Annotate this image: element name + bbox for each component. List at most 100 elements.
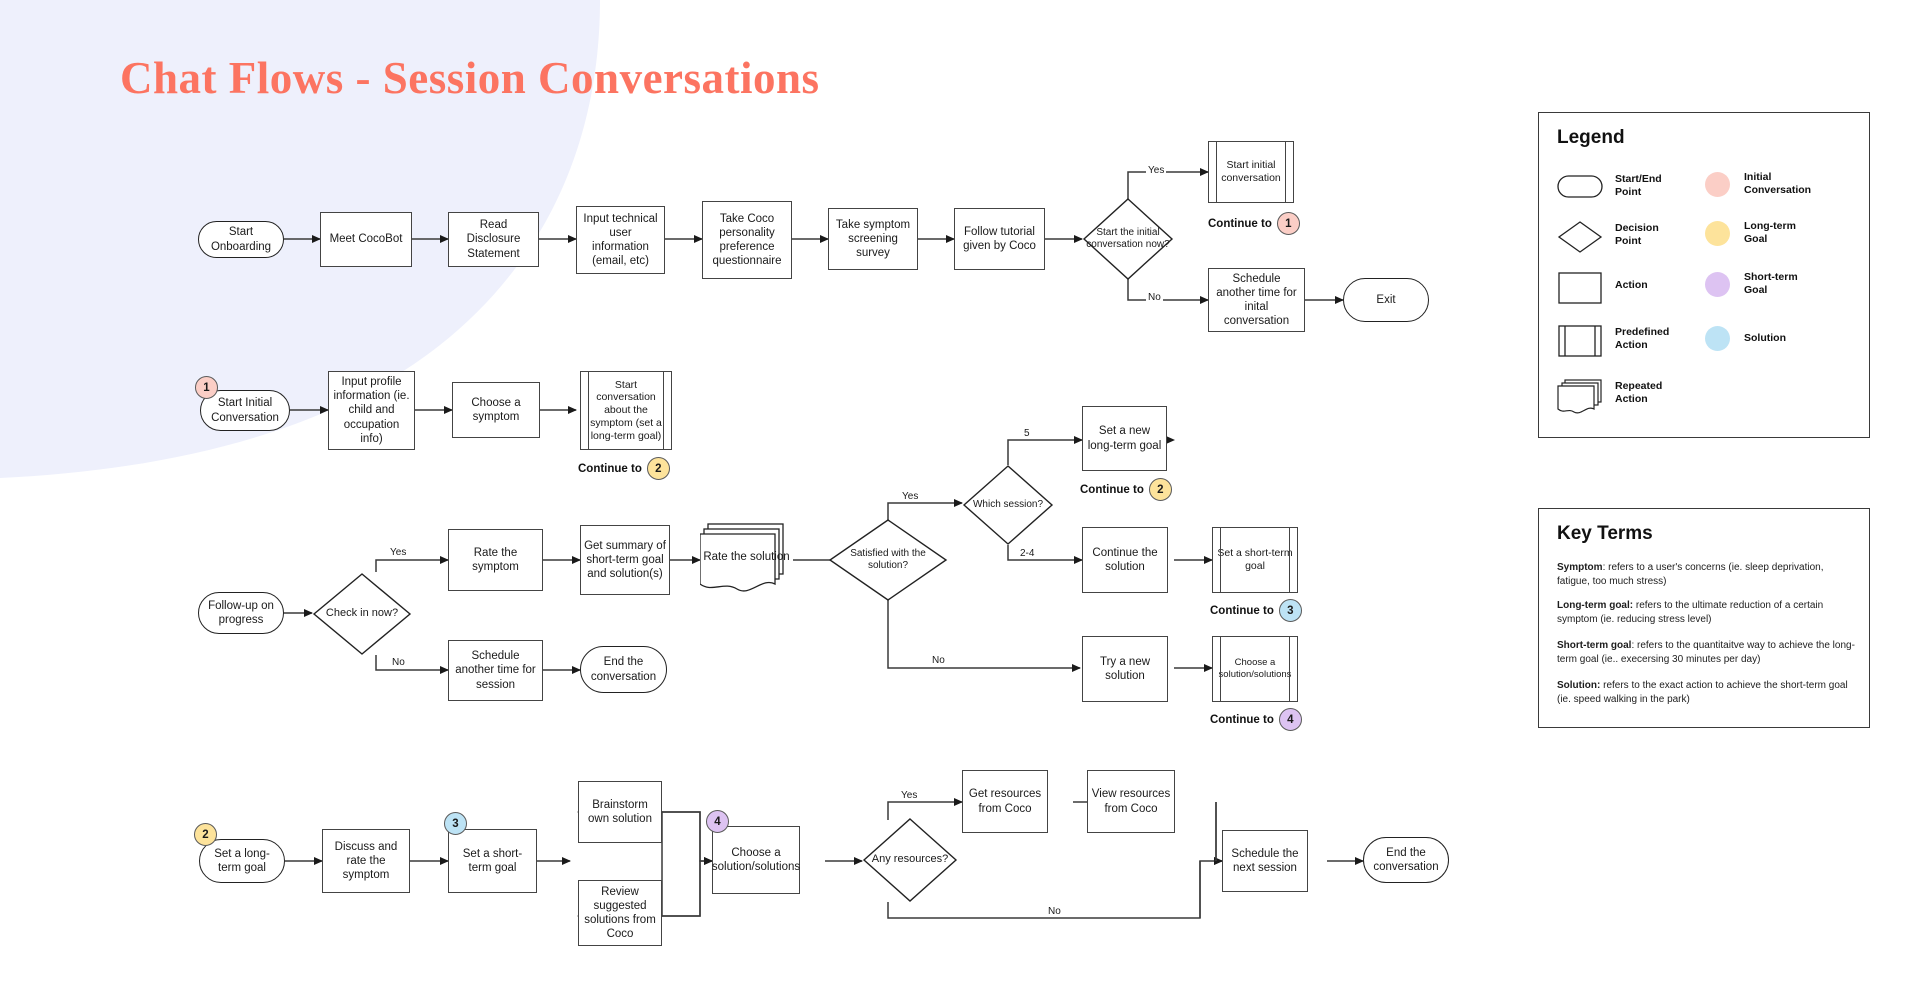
node-review-suggested-solutions[interactable]: Review suggested solutions from Coco (578, 880, 662, 946)
legend-label: Long-term Goal (1744, 220, 1796, 246)
node-start-conversation-symptom[interactable]: Start conversation about the symptom (se… (580, 371, 672, 450)
node-choose-symptom[interactable]: Choose a symptom (452, 382, 540, 438)
edge-label-no: No (390, 657, 407, 668)
legend-item-solution: Solution (1705, 326, 1786, 351)
legend-label: Initial Conversation (1744, 171, 1812, 197)
continue-label: Continue to (1210, 713, 1274, 726)
edge-label-satisfied-yes: Yes (900, 491, 921, 502)
node-decision-start-initial-now[interactable]: Start the initial conversation now? (1082, 197, 1174, 281)
node-set-new-longterm-goal[interactable]: Set a new long-term goal (1082, 406, 1167, 471)
badge-short-term-goal[interactable]: 3 (1278, 599, 1302, 622)
node-end-conversation-flow3[interactable]: End the conversation (580, 646, 667, 693)
node-start-onboarding[interactable]: Start Onboarding (198, 221, 284, 258)
node-continue-the-solution[interactable]: Continue the solution (1082, 527, 1168, 593)
node-try-new-solution[interactable]: Try a new solution (1082, 636, 1168, 702)
legend-item-predefined: Predefined Action (1557, 324, 1670, 357)
edge-label-satisfied-no: No (930, 655, 947, 666)
node-decision-check-in-now[interactable]: Check in now? (312, 572, 412, 656)
edge-label-yes: Yes (1146, 165, 1167, 176)
edge-label-yes: Yes (388, 547, 409, 558)
diamond-shape-icon (1557, 220, 1603, 253)
node-read-disclosure[interactable]: Read Disclosure Statement (448, 212, 539, 267)
edge-label-session-5: 5 (1022, 428, 1032, 439)
node-set-longterm-goal-entry[interactable]: Set a long-term goal (199, 839, 285, 883)
node-symptom-screening-survey[interactable]: Take symptom screening survey (828, 208, 918, 270)
legend-title: Legend (1557, 127, 1625, 148)
badge-initial-conversation[interactable]: 1 (1276, 212, 1300, 235)
edge-label-resources-yes: Yes (899, 790, 920, 801)
continue-label: Continue to (1208, 217, 1272, 230)
legend-item-initial-conversation: Initial Conversation (1705, 171, 1811, 198)
node-choose-solutions-flow4[interactable]: Choose a solution/solutions (712, 826, 800, 894)
node-rate-symptom[interactable]: Rate the symptom (448, 529, 543, 591)
node-decision-which-session[interactable]: Which session? (962, 464, 1054, 546)
purple-circle-icon (1705, 271, 1730, 297)
key-term-name: Short-term goal (1557, 640, 1632, 651)
badge-solution[interactable]: 4 (1278, 708, 1302, 731)
key-term-name: Long-term goal: (1557, 600, 1634, 611)
badge-entry-2[interactable]: 2 (194, 823, 217, 846)
node-personality-questionnaire[interactable]: Take Coco personality preference questio… (702, 201, 792, 279)
node-rate-solution[interactable]: Rate the solution (700, 521, 793, 599)
node-set-shortterm-goal-flow4[interactable]: Set a short-term goal (448, 829, 537, 893)
key-term-short-term-goal: Short-term goal: refers to the quantitai… (1557, 639, 1857, 667)
node-decision-satisfied-with-solution[interactable]: Satisfied with the solution? (828, 518, 948, 602)
legend-item-short-term-goal: Short-term Goal (1705, 271, 1798, 298)
legend-label: Predefined Action (1615, 325, 1670, 351)
continue-marker-4: Continue to 3 (1210, 599, 1302, 622)
node-input-profile-info[interactable]: Input profile information (ie. child and… (328, 371, 415, 450)
legend-item-action: Action (1557, 271, 1648, 304)
node-choose-solutions-flow3[interactable]: Choose a solution/solutions (1212, 636, 1298, 702)
node-view-resources-from-coco[interactable]: View resources from Coco (1087, 770, 1175, 833)
pink-circle-icon (1705, 171, 1730, 197)
node-followup-on-progress[interactable]: Follow-up on progress (198, 592, 284, 634)
page-title: Chat Flows - Session Conversations (120, 53, 820, 103)
badge-long-term-goal[interactable]: 2 (646, 457, 670, 480)
node-brainstorm-own-solution[interactable]: Brainstorm own solution (578, 781, 662, 843)
key-term-long-term-goal: Long-term goal: refers to the ultimate r… (1557, 599, 1857, 627)
continue-marker-1: Continue to 1 (1208, 212, 1300, 235)
key-term-symptom: Symptom: refers to a user's concerns (ie… (1557, 561, 1857, 589)
predefined-shape-icon (1557, 324, 1603, 357)
badge-short-term-3[interactable]: 3 (444, 812, 467, 835)
key-terms-title: Key Terms (1557, 523, 1653, 544)
node-get-resources-from-coco[interactable]: Get resources from Coco (962, 770, 1048, 833)
node-follow-tutorial[interactable]: Follow tutorial given by Coco (954, 208, 1045, 270)
terminal-shape-icon (1557, 171, 1603, 201)
node-schedule-another-initial[interactable]: Schedule another time for inital convers… (1208, 268, 1305, 332)
legend-label: Repeated Action (1615, 379, 1663, 405)
legend-item-start-end: Start/End Point (1557, 171, 1662, 201)
node-schedule-another-session[interactable]: Schedule another time for session (448, 640, 543, 701)
key-term-name: Solution: (1557, 680, 1601, 691)
node-get-summary[interactable]: Get summary of short-term goal and solut… (580, 525, 670, 595)
continue-marker-3: Continue to 2 (1080, 478, 1172, 501)
edge-label-session-2-4: 2-4 (1018, 548, 1037, 559)
blue-circle-icon (1705, 326, 1730, 351)
node-discuss-rate-symptom[interactable]: Discuss and rate the symptom (322, 829, 410, 893)
badge-entry-1[interactable]: 1 (195, 376, 218, 399)
node-set-shortterm-goal-flow3[interactable]: Set a short-term goal (1212, 527, 1298, 593)
badge-solution-4[interactable]: 4 (706, 810, 729, 833)
node-end-conversation-flow4[interactable]: End the conversation (1363, 837, 1449, 883)
node-input-technical-info[interactable]: Input technical user information (email,… (576, 206, 665, 274)
node-schedule-next-session[interactable]: Schedule the next session (1222, 830, 1308, 892)
node-meet-cocobot[interactable]: Meet CocoBot (320, 212, 412, 267)
legend-label: Decision Point (1615, 221, 1659, 247)
node-exit[interactable]: Exit (1343, 278, 1429, 322)
node-start-initial-conversation[interactable]: Start initial conversation (1208, 141, 1294, 203)
node-decision-any-resources[interactable]: Any resources? (862, 817, 958, 903)
badge-long-term-goal[interactable]: 2 (1148, 478, 1172, 501)
legend-item-decision: Decision Point (1557, 220, 1659, 253)
rectangle-shape-icon (1557, 271, 1603, 304)
edge-label-resources-no: No (1046, 906, 1063, 917)
legend-label: Short-term Goal (1744, 271, 1798, 297)
key-term-solution: Solution: refers to the exact action to … (1557, 679, 1857, 707)
repeated-shape-icon (1557, 378, 1603, 414)
legend-label: Action (1615, 279, 1648, 292)
continue-marker-5: Continue to 4 (1210, 708, 1302, 731)
legend-item-long-term-goal: Long-term Goal (1705, 220, 1796, 247)
yellow-circle-icon (1705, 220, 1730, 246)
edge-label-no: No (1146, 292, 1163, 303)
legend-label: Solution (1744, 331, 1786, 344)
continue-label: Continue to (578, 462, 642, 475)
